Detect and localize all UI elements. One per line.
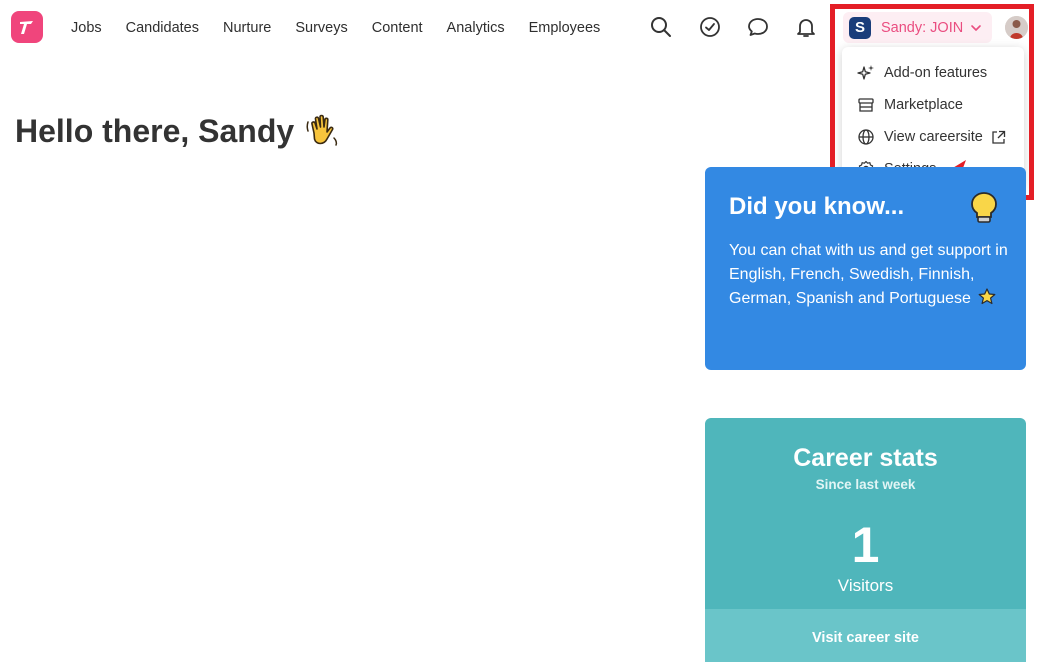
star-icon xyxy=(978,288,996,305)
store-icon xyxy=(857,96,875,114)
nav-analytics[interactable]: Analytics xyxy=(447,16,505,40)
chevron-down-icon xyxy=(970,22,982,34)
career-stats-title: Career stats xyxy=(793,444,938,472)
greeting-text: Hello there, Sandy xyxy=(15,112,295,149)
chat-bubble-icon xyxy=(748,18,768,36)
logo-icon xyxy=(20,21,33,34)
bell-icon xyxy=(797,19,815,37)
visit-career-site-button[interactable]: Visit career site xyxy=(705,609,1026,662)
sparkles-icon xyxy=(857,64,875,82)
menu-item-label: View careersite xyxy=(884,129,983,145)
account-label: Sandy: JOIN xyxy=(881,19,964,36)
visitors-label: Visitors xyxy=(837,576,894,595)
card-body: You can chat with us and get support in … xyxy=(729,239,1009,311)
menu-item-marketplace[interactable]: Marketplace xyxy=(842,89,1024,121)
user-photo-icon xyxy=(1005,16,1028,39)
check-circle-icon xyxy=(700,17,720,37)
page-greeting: Hello there, Sandy xyxy=(15,112,342,150)
account-avatar: S xyxy=(849,16,871,39)
visitors-count: 1 xyxy=(851,517,880,573)
user-avatar[interactable] xyxy=(1005,16,1028,39)
menu-item-label: Marketplace xyxy=(884,97,963,113)
lightbulb-icon xyxy=(971,192,997,223)
account-switcher[interactable]: S Sandy: JOIN xyxy=(843,12,992,43)
menu-item-label: Add-on features xyxy=(884,65,988,81)
career-stats-card: Career stats Since last week 1 Visitors … xyxy=(705,418,1026,662)
nav-candidates[interactable]: Candidates xyxy=(126,16,199,40)
external-link-icon xyxy=(991,130,1006,145)
nav-jobs[interactable]: Jobs xyxy=(71,16,102,40)
did-you-know-card: Did you know... You can chat with us and… xyxy=(705,167,1026,370)
nav-surveys[interactable]: Surveys xyxy=(295,16,347,40)
card-body-text: You can chat with us and get support in … xyxy=(729,242,1008,307)
waving-hand-icon xyxy=(304,112,342,150)
nav-employees[interactable]: Employees xyxy=(529,16,601,40)
messages-button[interactable] xyxy=(745,14,771,40)
tasks-button[interactable] xyxy=(697,14,723,40)
app-logo[interactable] xyxy=(11,11,43,43)
menu-item-view-careersite[interactable]: View careersite xyxy=(842,121,1024,153)
menu-item-add-on-features[interactable]: Add-on features xyxy=(842,57,1024,89)
search-icon xyxy=(651,17,671,37)
nav-content[interactable]: Content xyxy=(372,16,423,40)
nav-nurture[interactable]: Nurture xyxy=(223,16,271,40)
main-nav: Jobs Candidates Nurture Surveys Content … xyxy=(59,0,624,56)
search-button[interactable] xyxy=(648,14,674,40)
card-title: Did you know... xyxy=(729,193,905,220)
globe-icon xyxy=(857,128,875,146)
notifications-button[interactable] xyxy=(793,14,819,40)
career-stats-subtitle: Since last week xyxy=(815,477,916,492)
